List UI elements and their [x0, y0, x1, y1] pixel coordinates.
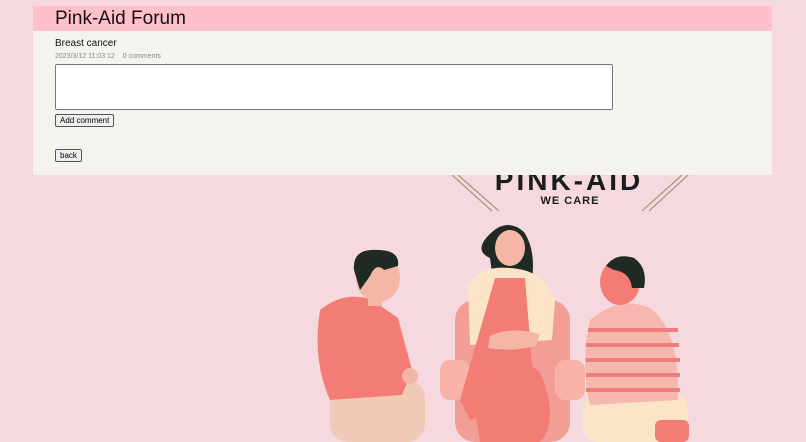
post-meta: 2023/3/12 11:03:12 0 comments	[55, 53, 161, 60]
forum-header: Pink-Aid Forum	[33, 6, 772, 31]
tagline-text: WE CARE	[541, 195, 600, 207]
woman-figure	[460, 225, 555, 442]
site-title: Pink-Aid Forum	[55, 8, 186, 29]
post-title: Breast cancer	[55, 38, 117, 49]
right-man-figure	[583, 256, 689, 442]
comment-textarea[interactable]	[55, 64, 613, 110]
add-comment-button[interactable]: Add comment	[55, 114, 115, 127]
comment-count: 0 comments	[122, 53, 161, 60]
forum-panel: Pink-Aid Forum Breast cancer 2023/3/12 1…	[33, 6, 772, 175]
back-button[interactable]: back	[55, 149, 82, 162]
post-timestamp: 2023/3/12 11:03:12	[55, 53, 115, 60]
left-man-figure	[317, 249, 425, 442]
